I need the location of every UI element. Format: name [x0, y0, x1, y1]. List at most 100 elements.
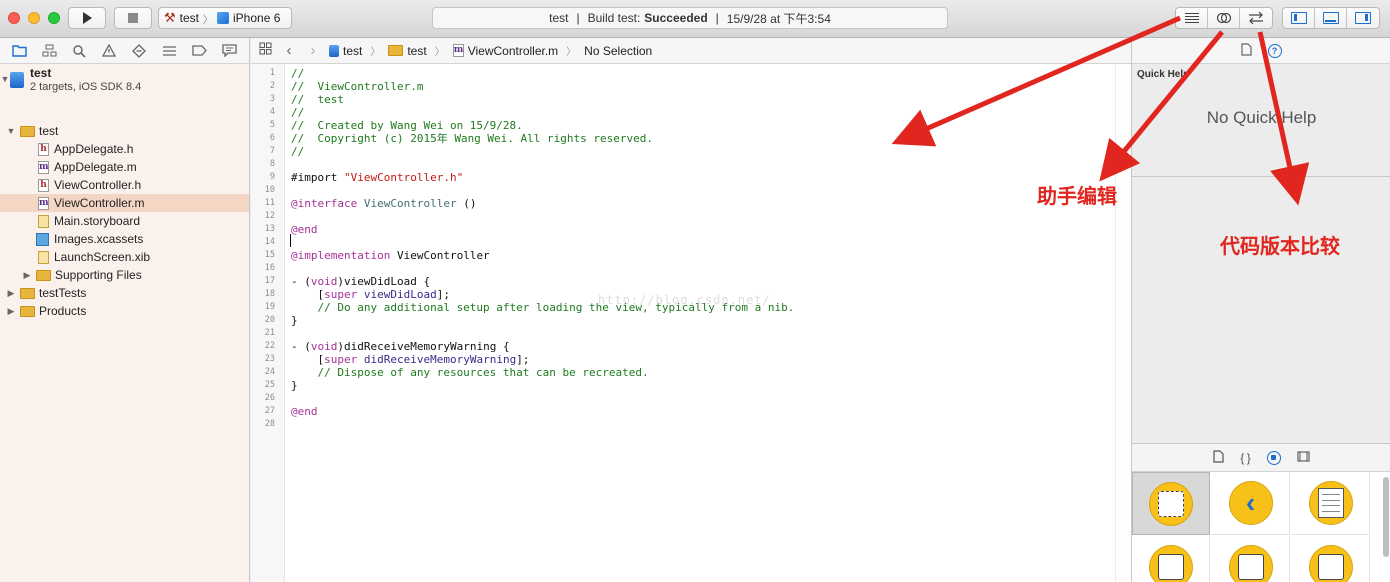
tab-code-snippet-library[interactable]: { } [1240, 451, 1250, 465]
tree-row-file-selected[interactable]: m ViewController.m [0, 194, 249, 212]
library-item-split-view[interactable] [1212, 536, 1290, 582]
code-text: [super viewDidLoad]; [291, 288, 450, 301]
standard-editor-button[interactable] [1176, 8, 1208, 28]
tab-file-template-library[interactable] [1213, 449, 1224, 466]
line-number: 23 [264, 354, 275, 364]
library-item-page-view[interactable] [1292, 536, 1370, 582]
project-subtitle: 2 targets, iOS SDK 8.4 [30, 81, 142, 93]
code-text: // Copyright (c) 2015年 Wang Wei. All rig… [291, 132, 653, 145]
disclosure-closed-icon[interactable]: ▶ [6, 306, 16, 317]
status-divider: | [715, 11, 719, 25]
jumpbar-group[interactable]: test [388, 43, 427, 58]
hierarchy-icon [42, 44, 56, 57]
line-number: 27 [264, 406, 275, 416]
library-item-table[interactable] [1292, 472, 1370, 535]
toggle-navigator-button[interactable] [1283, 8, 1315, 28]
assistant-editor-annotation: 助手编辑 [1037, 184, 1117, 208]
line-number: 5 [269, 120, 275, 130]
code-token: ]; [436, 288, 450, 301]
tree-row-file[interactable]: Images.xcassets [0, 230, 249, 248]
jumpbar-file[interactable]: m ViewController.m [452, 44, 558, 58]
maximize-window-button[interactable] [48, 12, 60, 24]
tree-row-file[interactable]: LaunchScreen.xib [0, 248, 249, 266]
xib-file-icon [38, 250, 49, 264]
tab-issue-navigator[interactable] [94, 38, 124, 64]
status-divider: | [576, 11, 580, 25]
tab-debug-navigator[interactable] [154, 38, 184, 64]
object-library-grid: ‹ [1132, 472, 1390, 582]
scheme-selector[interactable]: ⚒ test 〉 iPhone 6 [158, 7, 292, 29]
version-editor-button[interactable] [1240, 8, 1272, 28]
inspector-tab-bar: ? [1132, 38, 1390, 64]
tab-breakpoint-navigator[interactable] [184, 38, 214, 64]
library-scrollbar[interactable] [1383, 477, 1389, 557]
tree-row-file[interactable]: h ViewController.h [0, 176, 249, 194]
tree-row-label: Main.storyboard [54, 214, 141, 228]
tab-quick-help-inspector[interactable]: ? [1267, 43, 1282, 58]
tree-row-file[interactable]: m AppDelegate.m [0, 158, 249, 176]
tree-row-file[interactable]: h AppDelegate.h [0, 140, 249, 158]
xcode-project-icon [10, 72, 24, 88]
jump-bar: ‹ › test 〉 test 〉 m ViewController.m 〉 N… [251, 38, 1131, 64]
tree-row-group-products[interactable]: ▶ Products [0, 302, 249, 320]
tree-row-group-supporting-files[interactable]: ▶ Supporting Files [0, 266, 249, 284]
code-token: // [291, 145, 305, 158]
code-token: // Created by Wang Wei on 15/9/28. [291, 119, 523, 132]
related-items-grid-icon[interactable] [257, 42, 273, 59]
disclosure-open-icon[interactable]: ▼ [0, 74, 10, 84]
tree-row-file[interactable]: Main.storyboard [0, 212, 249, 230]
code-token: didReceiveMemoryWarning [363, 353, 517, 366]
back-arrow-icon[interactable]: ‹ [281, 42, 297, 59]
jumpbar-project[interactable]: test [329, 44, 362, 58]
code-token: super [324, 353, 358, 366]
tab-symbol-navigator[interactable] [34, 38, 64, 64]
run-button[interactable] [68, 7, 106, 29]
code-token: } [291, 379, 298, 392]
line-number: 28 [264, 419, 275, 429]
library-item-navigation[interactable]: ‹ [1212, 472, 1290, 535]
code-token: [ [291, 353, 325, 366]
status-time: 15/9/28 at 下午3:54 [726, 11, 831, 26]
stop-button[interactable] [114, 7, 152, 29]
tab-project-navigator[interactable] [4, 38, 34, 64]
tree-row-label: Products [39, 304, 87, 318]
tree-row-label: LaunchScreen.xib [54, 250, 151, 264]
toggle-debug-area-button[interactable] [1315, 8, 1347, 28]
disclosure-closed-icon[interactable]: ▶ [22, 270, 32, 281]
disclosure-open-icon[interactable]: ▼ [6, 126, 16, 136]
line-number: 17 [264, 276, 275, 286]
library-item-view[interactable] [1132, 472, 1210, 535]
tab-media-library[interactable] [1297, 450, 1310, 465]
tab-test-navigator[interactable] [124, 38, 154, 64]
forward-arrow-icon[interactable]: › [305, 42, 321, 59]
minimize-window-button[interactable] [28, 12, 40, 24]
line-number: 4 [269, 107, 275, 117]
source-editor[interactable]: 1 // 2 // ViewController.m 3 // test 4 // 5 // Cr… [251, 64, 1131, 582]
code-text: // Created by Wang Wei on 15/9/28. [291, 119, 523, 132]
folder-icon [36, 269, 51, 281]
disclosure-closed-icon[interactable]: ▶ [6, 288, 16, 299]
line-number: 24 [264, 367, 275, 377]
tree-row-group-test[interactable]: ▼ test [0, 122, 249, 140]
close-window-button[interactable] [8, 12, 20, 24]
assistant-editor-button[interactable] [1208, 8, 1240, 28]
folder-icon [20, 305, 35, 317]
tab-file-inspector[interactable] [1240, 42, 1252, 59]
navigator-panel-icon [1290, 12, 1307, 24]
tab-object-library[interactable] [1266, 450, 1281, 465]
chevron-right-icon: 〉 [566, 47, 577, 58]
project-name: test [30, 66, 52, 80]
search-icon [73, 44, 86, 58]
jumpbar-selection-label[interactable]: No Selection [584, 44, 652, 58]
library-item-tab-bar[interactable] [1132, 536, 1210, 582]
project-root[interactable]: ▼ test 2 targets, iOS SDK 8.4 [0, 66, 249, 96]
implementation-file-icon: m [452, 44, 464, 57]
jumpbar-group-label: test [407, 43, 427, 58]
tab-report-navigator[interactable] [214, 38, 244, 64]
code-text: @end [291, 405, 318, 418]
toggle-utilities-button[interactable] [1347, 8, 1379, 28]
tree-row-group-testTests[interactable]: ▶ testTests [0, 284, 249, 302]
tab-find-navigator[interactable] [64, 38, 94, 64]
line-number: 19 [264, 302, 275, 312]
